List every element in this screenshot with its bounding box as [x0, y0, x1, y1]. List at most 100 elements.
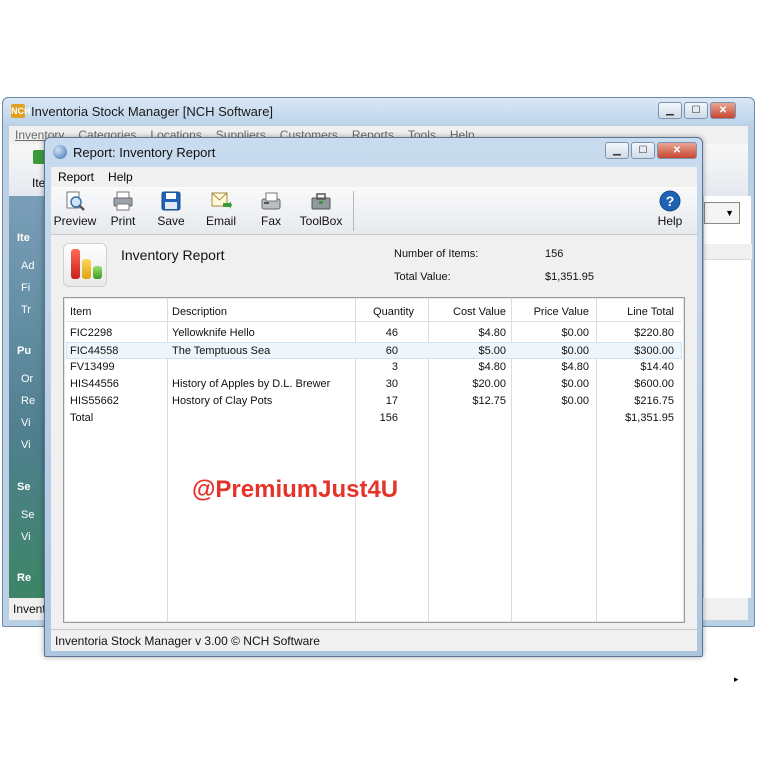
help-icon: ? — [659, 190, 681, 212]
col-header-price-value[interactable]: Price Value — [511, 302, 589, 322]
table-row[interactable]: FIC2298 Yellowknife Hello 46 $4.80 $0.00… — [66, 325, 682, 342]
table-row-selected[interactable]: FIC44558 The Temptuous Sea 60 $5.00 $0.0… — [66, 342, 682, 359]
table-row[interactable]: FV13499 3 $4.80 $4.80 $14.40 — [66, 359, 682, 376]
cell-cost-value: $4.80 — [478, 361, 506, 373]
minimize-button[interactable]: ▁ — [658, 102, 682, 119]
col-header-quantity[interactable]: Quantity — [356, 302, 414, 322]
sidebar-item[interactable]: Fi — [21, 282, 30, 294]
fax-label: Fax — [260, 214, 281, 228]
app-icon: NCH — [11, 104, 31, 118]
cell-line-total: $216.75 — [634, 395, 674, 407]
watermark-text: @PremiumJust4U — [192, 476, 399, 503]
cell-item: HIS55662 — [70, 395, 119, 407]
sidebar-section-items[interactable]: Ite — [17, 232, 30, 244]
sidebar-item[interactable]: Tr — [21, 304, 31, 316]
cell-quantity: 46 — [385, 327, 398, 339]
report-menu-bar: Report Help — [51, 167, 697, 187]
help-button[interactable]: ? Help — [646, 189, 694, 233]
total-label: Total Value: — [394, 271, 451, 283]
toolbar-separator — [353, 191, 354, 231]
print-button[interactable]: Print — [99, 189, 147, 233]
report-name: Inventory Report — [121, 247, 225, 263]
toolbox-icon — [311, 193, 331, 210]
report-minimize-button[interactable]: ▁ — [605, 142, 629, 159]
report-maximize-button[interactable]: ☐ — [631, 142, 655, 159]
save-button[interactable]: Save — [147, 189, 195, 233]
chart-bar-green — [93, 266, 102, 279]
cell-cost-value: $20.00 — [472, 378, 506, 390]
cell-price-value: $0.00 — [561, 378, 589, 390]
sidebar-section-sales[interactable]: Se — [17, 481, 30, 493]
cell-quantity: 30 — [385, 378, 398, 390]
main-title-bar[interactable]: NCH Inventoria Stock Manager [NCH Softwa… — [3, 98, 754, 124]
preview-button[interactable]: Preview — [51, 189, 99, 233]
chart-bar-red — [71, 249, 80, 279]
close-button[interactable]: ✕ — [710, 102, 736, 119]
cell-item: FIC44558 — [70, 345, 119, 357]
table-total-row[interactable]: Total 156 $1,351.95 — [66, 410, 682, 427]
sidebar-section-reports[interactable]: Re — [17, 572, 31, 584]
sidebar-item[interactable]: Ad — [21, 260, 34, 272]
cell-cost-value: $12.75 — [472, 395, 506, 407]
main-content-area: ▼ ▸ — [703, 196, 752, 684]
toolbox-label: ToolBox — [299, 214, 343, 228]
cell-price-value: $0.00 — [561, 395, 589, 407]
sidebar-item[interactable]: Vi — [21, 439, 31, 451]
cell-cost-value: $5.00 — [478, 345, 506, 357]
email-button[interactable]: Email — [197, 189, 245, 233]
main-sidebar: Ite Ad Fi Tr Pu Or Re Vi Vi Se Se Vi Re — [9, 196, 49, 598]
preview-icon — [66, 191, 85, 211]
cell-price-value: $4.80 — [561, 361, 589, 373]
fax-button[interactable]: Fax — [247, 189, 295, 233]
total-value: $1,351.95 — [545, 271, 594, 283]
sidebar-item[interactable]: Vi — [21, 531, 31, 543]
report-table: Item Description Quantity Cost Value Pri… — [63, 297, 685, 623]
col-header-item[interactable]: Item — [70, 302, 91, 322]
items-label: Number of Items: — [394, 248, 479, 260]
scroll-right-icon[interactable]: ▸ — [734, 674, 739, 685]
cell-description: The Temptuous Sea — [172, 345, 271, 357]
print-label: Print — [110, 214, 136, 228]
report-title-bar[interactable]: Report: Inventory Report ▁ ☐ ✕ — [45, 138, 702, 166]
report-status-bar: Inventoria Stock Manager v 3.00 © NCH So… — [51, 629, 697, 651]
sidebar-item[interactable]: Re — [21, 395, 35, 407]
main-window-title: Inventoria Stock Manager [NCH Software] — [31, 104, 274, 119]
toolbox-button[interactable]: ToolBox — [297, 189, 345, 233]
email-label: Email — [205, 214, 236, 228]
sidebar-item[interactable]: Vi — [21, 417, 31, 429]
col-header-cost-value[interactable]: Cost Value — [428, 302, 506, 322]
preview-label: Preview — [53, 214, 97, 228]
sidebar-item[interactable]: Or — [21, 373, 33, 385]
cell-description: History of Apples by D.L. Brewer — [172, 378, 331, 390]
report-window: Report: Inventory Report ▁ ☐ ✕ Report He… — [44, 137, 703, 657]
table-row[interactable]: HIS44556 History of Apples by D.L. Brewe… — [66, 376, 682, 393]
cell-line-total: $220.80 — [634, 327, 674, 339]
menu-report-help[interactable]: Help — [101, 167, 140, 187]
main-status-text: Invent — [13, 602, 46, 616]
cell-quantity: 156 — [379, 412, 398, 424]
cell-item: HIS44556 — [70, 378, 119, 390]
email-icon — [211, 192, 232, 209]
sidebar-section-purchases[interactable]: Pu — [17, 345, 31, 357]
col-header-line-total[interactable]: Line Total — [596, 302, 674, 322]
report-chart-icon — [63, 243, 107, 287]
cell-price-value: $0.00 — [561, 345, 589, 357]
menu-report[interactable]: Report — [51, 167, 101, 187]
sidebar-item[interactable]: Se — [21, 509, 34, 521]
report-globe-icon — [53, 145, 67, 159]
help-label: Help — [657, 214, 683, 228]
cell-quantity: 60 — [385, 345, 398, 357]
cell-line-total: $1,351.95 — [625, 412, 674, 424]
table-row[interactable]: HIS55662 Hostory of Clay Pots 17 $12.75 … — [66, 393, 682, 410]
cell-price-value: $0.00 — [561, 327, 589, 339]
cell-description: Hostory of Clay Pots — [172, 395, 273, 407]
cell-description: Yellowknife Hello — [172, 327, 255, 339]
cell-cost-value: $4.80 — [478, 327, 506, 339]
filter-dropdown[interactable]: ▼ — [704, 202, 740, 224]
maximize-button[interactable]: ☐ — [684, 102, 708, 119]
report-close-button[interactable]: ✕ — [657, 142, 697, 159]
col-header-description[interactable]: Description — [172, 302, 227, 322]
printer-icon — [113, 191, 133, 211]
main-window-controls: ▁ ☐ ✕ — [658, 102, 736, 119]
cell-item: Total — [70, 412, 94, 424]
